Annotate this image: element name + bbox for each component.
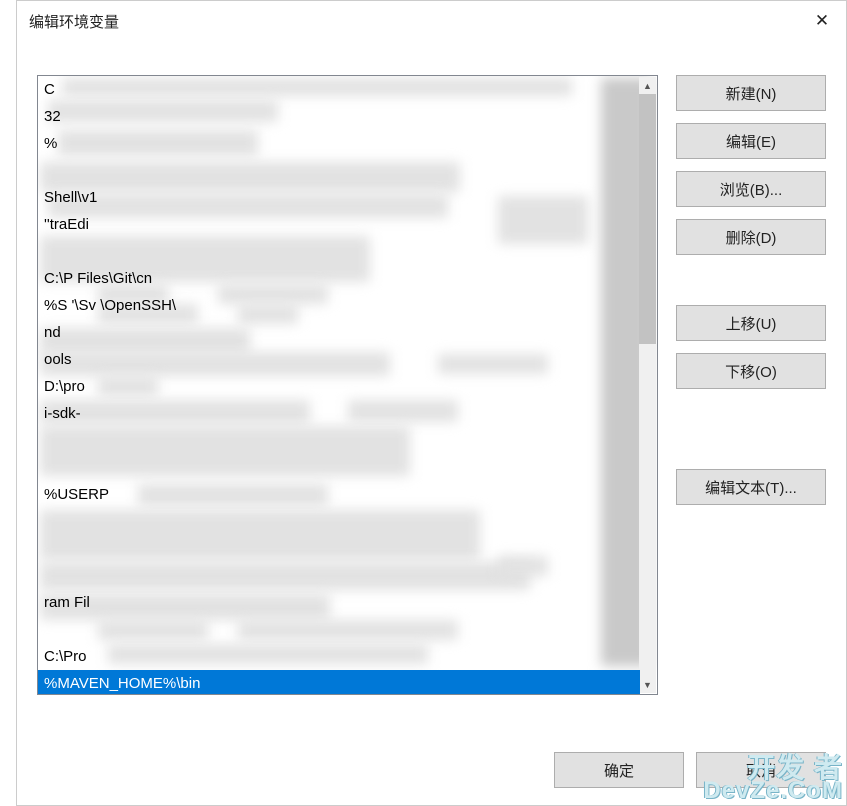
scrollbar-track[interactable] [639, 94, 656, 676]
list-panel: C32% Shell\v1''traEdi C:\P Files\Git\cn%S … [37, 75, 658, 725]
move-down-button[interactable]: 下移(O) [676, 353, 826, 389]
path-list-item[interactable]: Shell\v1 [38, 184, 640, 211]
path-list-item[interactable]: %MAVEN_HOME%\bin [38, 670, 640, 695]
new-button[interactable]: 新建(N) [676, 75, 826, 111]
spacer [676, 267, 826, 305]
path-list-item[interactable] [38, 454, 640, 481]
list-scrollbar[interactable]: ▲ ▼ [639, 77, 656, 693]
close-icon: ✕ [815, 11, 829, 31]
path-list-item[interactable]: C:\P Files\Git\cn [38, 265, 640, 292]
button-column: 新建(N) 编辑(E) 浏览(B)... 删除(D) 上移(U) 下移(O) 编… [676, 75, 826, 725]
path-list-item[interactable]: ram Fil [38, 589, 640, 616]
dialog-title: 编辑环境变量 [29, 11, 119, 32]
spacer [676, 401, 826, 469]
edit-environment-variable-dialog: 编辑环境变量 ✕ [16, 0, 847, 806]
scroll-down-button[interactable]: ▼ [639, 676, 656, 693]
titlebar: 编辑环境变量 ✕ [17, 1, 846, 41]
path-list-item[interactable]: ools [38, 346, 640, 373]
path-list-item[interactable] [38, 427, 640, 454]
edit-text-button[interactable]: 编辑文本(T)... [676, 469, 826, 505]
chevron-up-icon: ▲ [643, 81, 652, 91]
path-list-item[interactable]: C [38, 76, 640, 103]
dialog-body: C32% Shell\v1''traEdi C:\P Files\Git\cn%S … [17, 41, 846, 735]
ok-button[interactable]: 确定 [554, 752, 684, 788]
path-list-item[interactable] [38, 157, 640, 184]
path-list-item[interactable] [38, 238, 640, 265]
path-list-item[interactable]: % [38, 130, 640, 157]
path-list-item[interactable]: i-sdk- [38, 400, 640, 427]
path-list-item[interactable] [38, 616, 640, 643]
move-up-button[interactable]: 上移(U) [676, 305, 826, 341]
path-list-item[interactable] [38, 562, 640, 589]
chevron-down-icon: ▼ [643, 680, 652, 690]
delete-button[interactable]: 删除(D) [676, 219, 826, 255]
scrollbar-thumb[interactable] [639, 94, 656, 344]
browse-button[interactable]: 浏览(B)... [676, 171, 826, 207]
path-list[interactable]: C32% Shell\v1''traEdi C:\P Files\Git\cn%S … [37, 75, 658, 695]
path-list-item[interactable]: %USERP [38, 481, 640, 508]
path-list-item[interactable]: %S '\Sv \OpenSSH\ [38, 292, 640, 319]
close-button[interactable]: ✕ [798, 1, 846, 41]
scroll-up-button[interactable]: ▲ [639, 77, 656, 94]
cancel-button[interactable]: 取消 [696, 752, 826, 788]
path-list-item[interactable]: 32 [38, 103, 640, 130]
dialog-footer: 确定 取消 [17, 735, 846, 805]
path-list-item[interactable]: ''traEdi [38, 211, 640, 238]
edit-button[interactable]: 编辑(E) [676, 123, 826, 159]
path-list-item[interactable]: D:\pro [38, 373, 640, 400]
path-list-item[interactable] [38, 535, 640, 562]
path-list-item[interactable]: C:\Pro [38, 643, 640, 670]
path-list-item[interactable]: nd [38, 319, 640, 346]
path-list-item[interactable] [38, 508, 640, 535]
